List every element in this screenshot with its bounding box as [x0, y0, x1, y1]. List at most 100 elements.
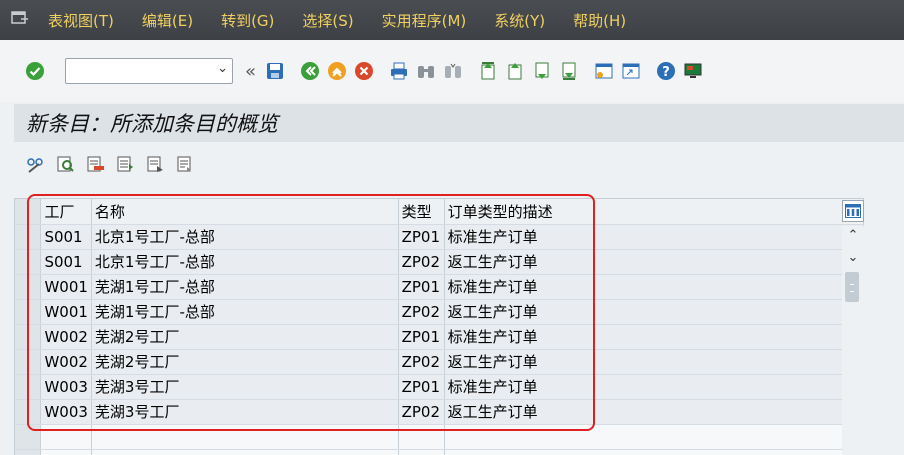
new-session-icon[interactable] [593, 60, 615, 82]
delete-row-icon[interactable] [84, 153, 106, 175]
cell-description[interactable]: 返工生产订单 [444, 299, 864, 325]
row-selector[interactable] [15, 224, 42, 250]
column-header-plant[interactable]: 工厂 [40, 199, 92, 225]
collapse-toolbar-button[interactable]: « [245, 61, 256, 82]
menu-goto[interactable]: 转到(G) [221, 10, 274, 31]
cell-description[interactable]: 标准生产订单 [444, 274, 864, 300]
cell-name[interactable]: 北京1号工厂-总部 [91, 249, 399, 275]
system-menu-icon[interactable] [10, 10, 30, 30]
cell-plant[interactable]: W002 [40, 349, 92, 375]
column-header-description[interactable]: 订单类型的描述 [444, 199, 864, 225]
column-header-type[interactable]: 类型 [398, 199, 445, 225]
row-selector[interactable] [15, 399, 42, 425]
column-header-name[interactable]: 名称 [91, 199, 399, 225]
empty-cell[interactable] [40, 424, 92, 450]
cell-description[interactable]: 返工生产订单 [444, 349, 864, 375]
next-page-icon[interactable] [531, 60, 553, 82]
row-selector[interactable] [15, 449, 42, 455]
back-icon[interactable] [299, 60, 321, 82]
row-selector[interactable] [15, 424, 42, 450]
menu-help[interactable]: 帮助(H) [573, 10, 626, 31]
customize-layout-icon[interactable] [682, 60, 704, 82]
empty-cell[interactable] [444, 424, 864, 450]
select-all-icon[interactable] [54, 153, 76, 175]
row-selector[interactable] [15, 349, 42, 375]
cell-name[interactable]: 芜湖2号工厂 [91, 349, 399, 375]
row-selector[interactable] [15, 274, 42, 300]
row-selector[interactable] [15, 299, 42, 325]
cell-plant[interactable]: S001 [40, 249, 92, 275]
menu-system[interactable]: 系统(Y) [494, 10, 545, 31]
cell-name[interactable]: 芜湖3号工厂 [91, 399, 399, 425]
cell-description[interactable]: 标准生产订单 [444, 374, 864, 400]
cell-plant[interactable]: W001 [40, 274, 92, 300]
row-selector[interactable] [15, 324, 42, 350]
cell-plant[interactable]: W003 [40, 374, 92, 400]
cell-name[interactable]: 芜湖1号工厂-总部 [91, 274, 399, 300]
enter-check-icon[interactable] [24, 60, 46, 82]
scroll-up-icon[interactable]: ⌃ [842, 226, 864, 246]
first-page-icon[interactable] [477, 60, 499, 82]
select-all-header[interactable] [15, 199, 42, 225]
cell-plant[interactable]: W002 [40, 324, 92, 350]
deselect-all-icon[interactable] [144, 153, 166, 175]
menu-utilities[interactable]: 实用程序(M) [382, 10, 467, 31]
empty-cell[interactable] [40, 449, 92, 455]
select-block-icon[interactable] [114, 153, 136, 175]
shortcut-icon[interactable] [620, 60, 642, 82]
command-input[interactable] [66, 59, 206, 83]
previous-page-icon[interactable] [504, 60, 526, 82]
cell-name[interactable]: 芜湖2号工厂 [91, 324, 399, 350]
exit-icon[interactable] [326, 60, 348, 82]
scroll-down-icon[interactable]: ⌄ [842, 248, 864, 268]
cell-description[interactable]: 返工生产订单 [444, 399, 864, 425]
cell-type[interactable]: ZP01 [398, 224, 445, 250]
find-icon[interactable] [415, 60, 437, 82]
cell-description[interactable]: 返工生产订单 [444, 249, 864, 275]
menu-edit[interactable]: 编辑(E) [142, 10, 193, 31]
menu-table-view[interactable]: 表视图(T) [48, 10, 114, 31]
cell-description[interactable]: 标准生产订单 [444, 324, 864, 350]
empty-cell[interactable] [444, 449, 864, 455]
command-field[interactable]: ⌄ [65, 58, 233, 84]
cell-plant[interactable]: S001 [40, 224, 92, 250]
empty-cell[interactable] [91, 424, 399, 450]
cell-type[interactable]: ZP02 [398, 299, 445, 325]
svg-text:?: ? [662, 65, 670, 80]
save-icon[interactable] [264, 60, 286, 82]
entries-table: 工厂 名称 类型 订单类型的描述 S001 北京1号工厂-总部 ZP01 标准生… [15, 199, 864, 455]
menu-selection[interactable]: 选择(S) [302, 10, 353, 31]
empty-cell[interactable] [398, 424, 445, 450]
cell-plant[interactable]: W003 [40, 399, 92, 425]
find-next-icon[interactable] [442, 60, 464, 82]
cell-type[interactable]: ZP01 [398, 374, 445, 400]
cell-type[interactable]: ZP02 [398, 399, 445, 425]
row-selector[interactable] [15, 249, 42, 275]
cell-type[interactable]: ZP02 [398, 249, 445, 275]
cell-name[interactable]: 北京1号工厂-总部 [91, 224, 399, 250]
last-page-icon[interactable] [558, 60, 580, 82]
page-title: 新条目：所添加条目的概览 [26, 112, 278, 136]
menu-bar: 表视图(T) 编辑(E) 转到(G) 选择(S) 实用程序(M) 系统(Y) 帮… [0, 0, 904, 40]
display-change-icon[interactable] [24, 153, 46, 175]
table-settings-button[interactable] [842, 200, 864, 222]
cell-name[interactable]: 芜湖1号工厂-总部 [91, 299, 399, 325]
chevron-down-icon[interactable]: ⌄ [217, 61, 228, 76]
print-icon[interactable] [388, 60, 410, 82]
cell-type[interactable]: ZP02 [398, 349, 445, 375]
application-toolbar [14, 146, 904, 182]
empty-cell[interactable] [91, 449, 399, 455]
cell-name[interactable]: 芜湖3号工厂 [91, 374, 399, 400]
table-row: W003 芜湖3号工厂 ZP02 返工生产订单 [15, 399, 864, 425]
cell-plant[interactable]: W001 [40, 299, 92, 325]
cell-type[interactable]: ZP01 [398, 274, 445, 300]
table-row: S001 北京1号工厂-总部 ZP02 返工生产订单 [15, 249, 864, 275]
row-selector[interactable] [15, 374, 42, 400]
help-icon[interactable]: ? [655, 60, 677, 82]
cell-type[interactable]: ZP01 [398, 324, 445, 350]
scrollbar-thumb[interactable] [845, 272, 859, 302]
cell-description[interactable]: 标准生产订单 [444, 224, 864, 250]
details-icon[interactable] [174, 153, 196, 175]
empty-cell[interactable] [398, 449, 445, 455]
cancel-icon[interactable] [353, 60, 375, 82]
